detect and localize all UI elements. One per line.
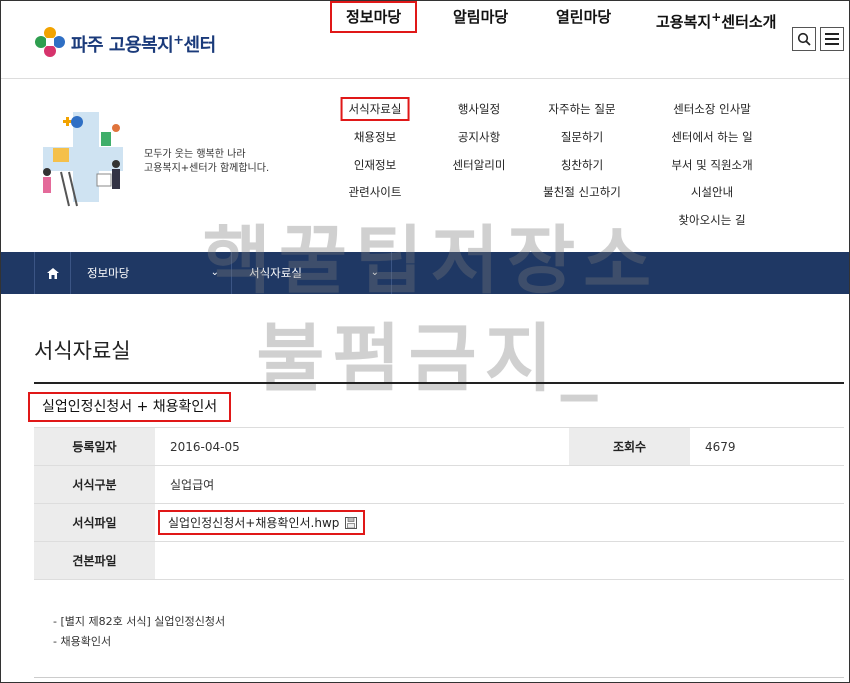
category-label: 서식구분 [34, 465, 155, 504]
home-button[interactable] [34, 252, 71, 294]
slogan-line-2: 고용복지+센터가 함께합니다. [144, 163, 270, 174]
menu-icon [825, 33, 839, 45]
nav-about[interactable]: 고용복지+센터소개 [656, 1, 776, 33]
menu-work[interactable]: 센터에서 하는 일 [671, 129, 752, 145]
menu-greeting[interactable]: 센터소장 인사말 [673, 101, 751, 117]
note-item: - [별지 제82호 서식] 실업인정신청서 [53, 615, 226, 628]
file-label: 서식파일 [34, 503, 155, 542]
menu-announcements[interactable]: 공지사항 [458, 129, 500, 145]
menu-facilities[interactable]: 시설안내 [691, 184, 733, 200]
menu-complaint[interactable]: 불친절 신고하기 [543, 184, 621, 200]
menu-directions[interactable]: 찾아오시는 길 [678, 212, 745, 228]
menu-praise[interactable]: 칭찬하기 [561, 157, 603, 173]
site-logo[interactable]: 파주 고용복지+센터 [33, 25, 216, 63]
document-title: 실업인정신청서 + 채용확인서 [28, 392, 232, 422]
note-item: - 채용확인서 [53, 635, 112, 648]
category-value: 실업급여 [155, 465, 844, 504]
slogan: 모두가 웃는 행복한 나라 고용복지+센터가 함께합니다. [144, 148, 269, 176]
nav-open[interactable]: 열린마당 [556, 1, 611, 33]
mega-menu: 모두가 웃는 행복한 나라 고용복지+센터가 함께합니다. 서식자료실 채용정보… [1, 80, 849, 252]
menu-button[interactable] [820, 27, 844, 51]
menu-forms[interactable]: 서식자료실 [340, 97, 410, 121]
bottom-divider [34, 677, 844, 678]
breadcrumb-level2-label: 서식자료실 [249, 266, 302, 280]
nav-notice[interactable]: 알림마당 [453, 1, 508, 33]
table-row: 등록일자 2016-04-05 조회수 4679 [34, 427, 844, 466]
views-value: 4679 [690, 427, 844, 466]
chevron-down-icon: ⌄ [370, 267, 379, 278]
search-icon [797, 32, 811, 46]
page-title: 서식자료실 [34, 339, 131, 363]
file-save-icon[interactable] [345, 516, 358, 529]
breadcrumb-bar: 정보마당 ⌄ 서식자료실 ⌄ [1, 252, 849, 294]
menu-center-news[interactable]: 센터알리미 [453, 157, 506, 173]
breadcrumb-level1-label: 정보마당 [87, 266, 130, 280]
center-illustration [33, 102, 133, 212]
sample-value [155, 541, 844, 580]
document-notes: - [별지 제82호 서식] 실업인정신청서 - 채용확인서 [53, 612, 225, 652]
table-row: 견본파일 [34, 541, 844, 580]
logo-icon [33, 25, 67, 63]
menu-staff[interactable]: 부서 및 직원소개 [671, 157, 752, 173]
menu-talent[interactable]: 인재정보 [354, 157, 396, 173]
search-button[interactable] [792, 27, 816, 51]
breadcrumb-level2[interactable]: 서식자료실 ⌄ [232, 252, 392, 294]
menu-events[interactable]: 행사일정 [458, 101, 500, 117]
reg-date-label: 등록일자 [34, 427, 155, 466]
logo-text: 파주 고용복지+센터 [71, 33, 216, 56]
page-frame: 파주 고용복지+센터 정보마당 알림마당 열린마당 고용복지+센터소개 모두가 … [0, 0, 850, 683]
table-row: 서식파일 실업인정신청서+채용확인서.hwp [34, 503, 844, 542]
watermark-line-2: 불펌금지_ [256, 316, 606, 402]
views-label: 조회수 [569, 427, 690, 466]
chevron-down-icon: ⌄ [210, 267, 219, 278]
home-icon [46, 267, 59, 279]
reg-date-value: 2016-04-05 [155, 427, 569, 466]
menu-related-sites[interactable]: 관련사이트 [349, 184, 402, 200]
table-row: 서식구분 실업급여 [34, 465, 844, 504]
breadcrumb-level1[interactable]: 정보마당 ⌄ [72, 252, 232, 294]
slogan-line-1: 모두가 웃는 행복한 나라 [144, 149, 246, 160]
file-name: 실업인정신청서+채용확인서.hwp [168, 516, 340, 530]
sample-label: 견본파일 [34, 541, 155, 580]
menu-faq[interactable]: 자주하는 질문 [548, 101, 615, 117]
file-download-link[interactable]: 실업인정신청서+채용확인서.hwp [158, 510, 366, 535]
file-cell: 실업인정신청서+채용확인서.hwp [155, 503, 844, 542]
nav-info[interactable]: 정보마당 [330, 1, 418, 33]
document-info-table: 등록일자 2016-04-05 조회수 4679 서식구분 실업급여 서식파일 … [34, 427, 844, 580]
menu-jobs[interactable]: 채용정보 [354, 129, 396, 145]
title-divider [34, 382, 844, 384]
menu-ask[interactable]: 질문하기 [561, 129, 603, 145]
site-header: 파주 고용복지+센터 정보마당 알림마당 열린마당 고용복지+센터소개 [1, 1, 849, 79]
